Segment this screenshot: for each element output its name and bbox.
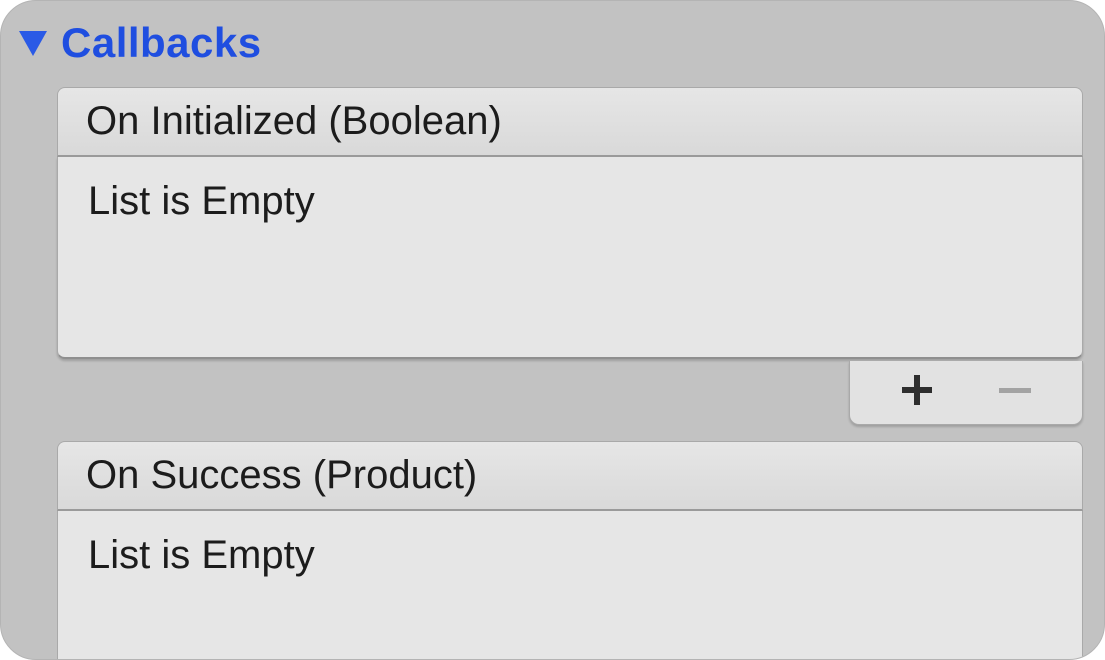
- remove-listener-button[interactable]: [980, 368, 1050, 418]
- on-initialized-event: On Initialized (Boolean) List is Empty: [57, 87, 1083, 359]
- minus-icon: [995, 370, 1035, 415]
- empty-list-text: List is Empty: [88, 533, 315, 577]
- callbacks-foldout[interactable]: Callbacks: [15, 15, 262, 71]
- empty-list-text: List is Empty: [88, 179, 315, 223]
- triangle-down-icon[interactable]: [15, 23, 51, 63]
- event-header: On Initialized (Boolean): [57, 87, 1083, 157]
- callbacks-panel: Callbacks On Initialized (Boolean) List …: [0, 0, 1105, 660]
- add-listener-button[interactable]: [882, 368, 952, 418]
- event-list-body: List is Empty: [57, 157, 1083, 359]
- on-success-event: On Success (Product) List is Empty: [57, 441, 1083, 659]
- event-title: On Initialized (Boolean): [86, 99, 502, 143]
- event-header: On Success (Product): [57, 441, 1083, 511]
- event-list-body: List is Empty: [57, 511, 1083, 659]
- callbacks-label[interactable]: Callbacks: [61, 19, 262, 67]
- event-title: On Success (Product): [86, 453, 478, 497]
- plus-icon: [897, 370, 937, 415]
- list-footer: [849, 361, 1083, 425]
